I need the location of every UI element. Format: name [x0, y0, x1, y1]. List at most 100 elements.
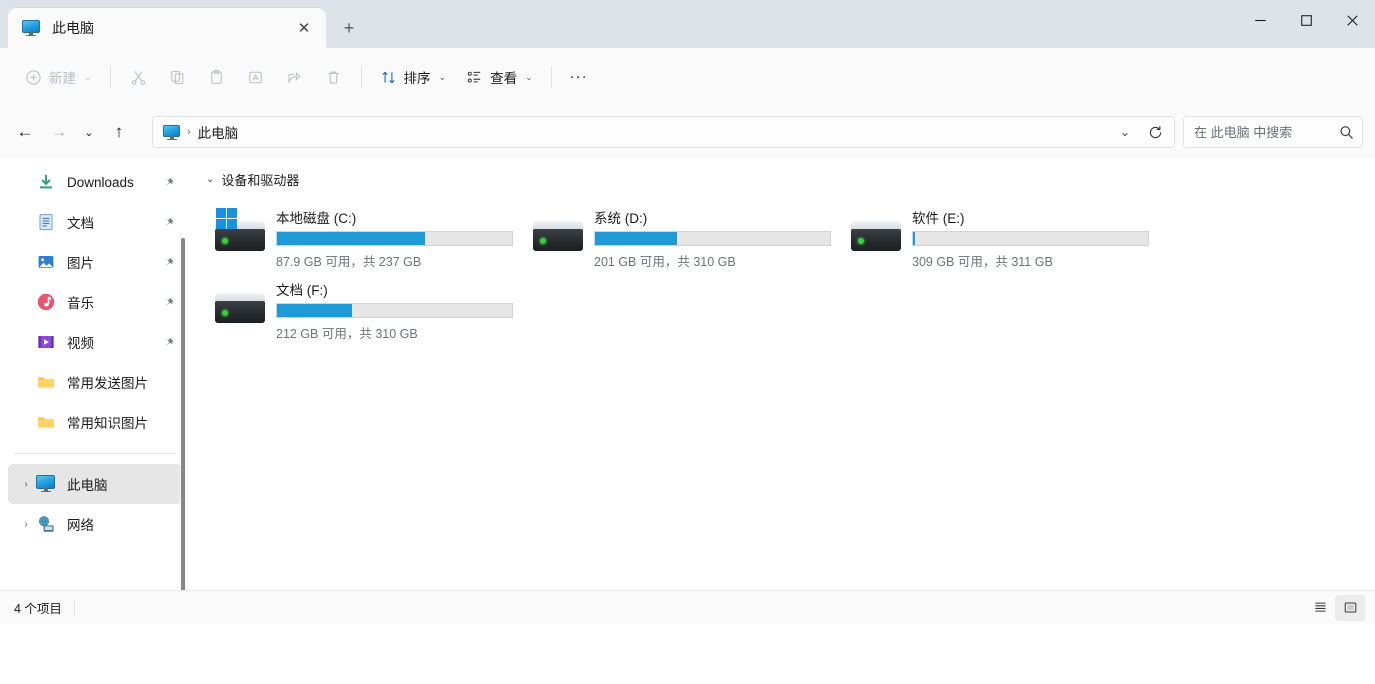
search-input[interactable] — [1194, 124, 1336, 140]
pin-glyph — [165, 336, 174, 346]
address-dropdown-icon[interactable]: ⌄ — [1110, 118, 1140, 146]
refresh-icon[interactable] — [1140, 118, 1170, 146]
group-header-devices-and-drives[interactable]: ⌄ 设备和驱动器 — [204, 170, 1375, 189]
drive-tile-c[interactable]: 本地磁盘 (C:) 87.9 GB 可用，共 237 GB — [204, 199, 522, 271]
sidebar-item-network[interactable]: › 网络 — [8, 504, 182, 544]
network-icon — [36, 514, 56, 534]
magnifier-glyph — [1340, 125, 1354, 139]
maximize-glyph — [1300, 14, 1312, 26]
minimize-glyph — [1254, 19, 1266, 21]
sidebar-item-this-pc[interactable]: › 此电脑 — [8, 464, 182, 504]
sidebar-item-music[interactable]: 音乐 — [8, 282, 182, 322]
status-divider — [73, 599, 75, 616]
pictures-glyph — [38, 256, 54, 268]
tab-label: 此电脑 — [52, 20, 94, 36]
view-list-icon — [467, 71, 481, 83]
chevron-down-icon[interactable]: ⌄ — [206, 174, 214, 185]
sidebar-item-knowledge-pictures-folder[interactable]: 常用知识图片 — [8, 402, 182, 442]
up-button[interactable]: ↑ — [102, 115, 136, 149]
toolbar-divider-3 — [550, 66, 552, 88]
more-options-button[interactable]: ··· — [561, 60, 597, 94]
pin-icon[interactable] — [160, 216, 176, 229]
share-button[interactable] — [276, 60, 313, 94]
sidebar-item-label: 常用知识图片 — [67, 416, 148, 431]
sidebar-scrollbar-thumb[interactable] — [181, 238, 185, 590]
rename-button[interactable] — [237, 60, 274, 94]
sort-icon — [381, 71, 395, 83]
main-area: Downloads 文档 图片 音乐 视频 常用发送图片 常用知识图片 › 此电… — [0, 158, 1375, 590]
sort-button[interactable]: 排序 ⌄ — [371, 60, 456, 94]
drive-capacity-text: 87.9 GB 可用，共 237 GB — [276, 255, 422, 269]
search-icon[interactable] — [1335, 124, 1358, 141]
new-button[interactable]: 新建 ⌄ — [16, 60, 101, 94]
pin-icon[interactable] — [160, 336, 176, 349]
drive-usage-bar — [276, 231, 513, 246]
folder-icon — [36, 412, 56, 432]
drive-icon — [530, 211, 586, 267]
new-tab-button[interactable]: + — [332, 11, 366, 45]
drive-icon — [212, 283, 268, 339]
ellipsis-icon: ··· — [569, 68, 588, 85]
chevron-down-icon: ⌄ — [84, 71, 92, 82]
downloads-glyph — [40, 174, 52, 189]
drive-info: 软件 (E:) 309 GB 可用，共 311 GB — [904, 205, 1152, 270]
pin-icon[interactable] — [160, 176, 176, 189]
cut-button[interactable] — [120, 60, 157, 94]
back-button[interactable]: ← — [8, 115, 42, 149]
sidebar-item-pictures[interactable]: 图片 — [8, 242, 182, 282]
pin-icon[interactable] — [160, 256, 176, 269]
drive-usage-bar — [912, 231, 1149, 246]
drive-icon — [848, 211, 904, 267]
navigation-bar: ← → ⌄ ↑ › 此电脑 ⌄ — [0, 106, 1375, 158]
sidebar-item-videos[interactable]: 视频 — [8, 322, 182, 362]
drive-capacity-text: 212 GB 可用，共 310 GB — [276, 327, 418, 341]
windows-logo-icon — [216, 208, 238, 230]
drive-usage-bar — [276, 303, 513, 318]
paste-button[interactable] — [198, 60, 235, 94]
sidebar-scrollbar[interactable] — [180, 238, 186, 590]
sidebar-item-downloads[interactable]: Downloads — [8, 162, 182, 202]
folder-glyph — [38, 417, 54, 428]
chevron-right-icon[interactable]: › — [18, 479, 34, 490]
drive-usage-fill — [913, 232, 916, 245]
minimize-icon[interactable] — [1237, 0, 1283, 40]
search-box[interactable] — [1183, 116, 1363, 148]
toolbar-divider — [109, 66, 111, 88]
pin-icon[interactable] — [160, 296, 176, 309]
drive-tile-e[interactable]: 软件 (E:) 309 GB 可用，共 311 GB — [840, 199, 1158, 271]
pin-glyph — [165, 216, 174, 226]
title-bar: 此电脑 ✕ + — [0, 0, 1375, 48]
drive-usage-bar — [594, 231, 831, 246]
forward-button[interactable]: → — [42, 115, 76, 149]
large-icons-view-button[interactable] — [1335, 594, 1365, 621]
refresh-glyph — [1149, 125, 1161, 138]
drive-usage-fill — [595, 232, 678, 245]
scissors-icon — [131, 70, 145, 85]
tab-strip: 此电脑 ✕ + — [0, 0, 366, 48]
details-view-button[interactable] — [1305, 595, 1335, 621]
drive-tile-f[interactable]: 文档 (F:) 212 GB 可用，共 310 GB — [204, 271, 522, 343]
drive-tile-d[interactable]: 系统 (D:) 201 GB 可用，共 310 GB — [522, 199, 840, 271]
sidebar-item-send-pictures-folder[interactable]: 常用发送图片 — [8, 362, 182, 402]
address-bar[interactable]: › 此电脑 ⌄ — [152, 116, 1175, 148]
folder-glyph — [38, 377, 54, 388]
drive-icon-system — [212, 208, 268, 267]
close-tab-icon[interactable]: ✕ — [290, 14, 318, 42]
breadcrumb-this-pc[interactable]: 此电脑 — [198, 122, 239, 142]
sidebar-item-documents[interactable]: 文档 — [8, 202, 182, 242]
large-icons-view-icon — [1344, 602, 1356, 613]
network-glyph — [39, 516, 54, 532]
tab-this-pc[interactable]: 此电脑 ✕ — [8, 8, 326, 48]
close-window-icon[interactable] — [1329, 0, 1375, 40]
copy-button[interactable] — [159, 60, 196, 94]
sidebar-item-label: 音乐 — [67, 296, 94, 311]
view-button[interactable]: 查看 ⌄ — [457, 60, 542, 94]
delete-button[interactable] — [315, 60, 352, 94]
maximize-icon[interactable] — [1283, 0, 1329, 40]
monitor-icon — [22, 19, 40, 37]
rename-icon — [248, 71, 262, 83]
recent-locations-button[interactable]: ⌄ — [76, 115, 102, 149]
chevron-right-icon[interactable]: › — [18, 519, 34, 530]
monitor-icon — [163, 124, 180, 141]
trash-icon — [327, 71, 339, 83]
